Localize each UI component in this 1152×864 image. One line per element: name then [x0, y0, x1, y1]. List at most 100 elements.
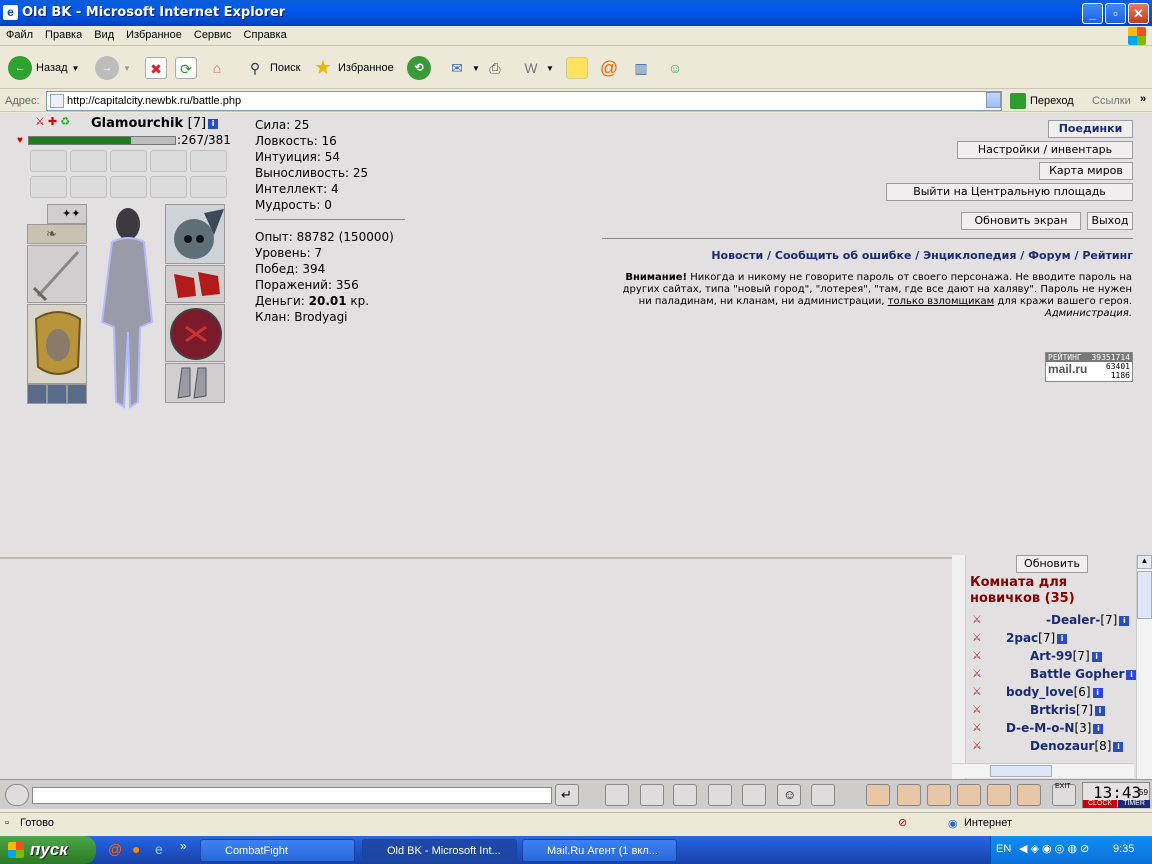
dropdown-arrow-icon[interactable]: ▼ [72, 64, 80, 73]
scroll-slot[interactable] [150, 176, 187, 198]
messenger-icon[interactable]: ☺ [664, 57, 686, 79]
stop-icon[interactable]: ✖ [145, 57, 167, 79]
scroll-icon[interactable] [897, 784, 921, 806]
info-icon[interactable]: i [1113, 742, 1124, 752]
menu-help[interactable]: Справка [238, 26, 293, 44]
forward-button[interactable]: → ▼ [95, 55, 131, 81]
send-icon[interactable]: ↵ [555, 784, 579, 806]
info-icon[interactable]: i [1091, 652, 1102, 662]
exit-icon[interactable]: EXIT [1052, 783, 1076, 806]
private-icon[interactable] [742, 784, 766, 806]
scroll-slot[interactable] [190, 150, 227, 172]
task-ie[interactable]: Old BK - Microsoft Int... [362, 839, 517, 862]
favorites-button[interactable]: ★ Избранное [312, 55, 394, 81]
tray-icons[interactable]: ◀ ◈ ◉ ◎ ◍ ⊘ [1019, 842, 1089, 855]
gloves-slot[interactable] [165, 265, 225, 303]
mailru-icon[interactable]: @ [598, 57, 620, 79]
smile-icon[interactable]: ☺ [777, 784, 801, 806]
chat-input[interactable] [32, 787, 552, 804]
online-scrollbar[interactable]: ▲ [1136, 555, 1152, 779]
note-icon[interactable] [566, 57, 588, 79]
warning-link[interactable]: только взломщикам [888, 296, 994, 307]
team-icon[interactable] [957, 784, 981, 806]
edit-icon[interactable]: W [520, 57, 542, 79]
helmet-slot[interactable] [165, 204, 225, 264]
sign-icon[interactable] [1017, 784, 1041, 806]
left-scrollbar[interactable] [952, 555, 966, 779]
info-icon[interactable]: i [208, 119, 219, 129]
online-user[interactable]: Denozaur[8] i [1030, 739, 1124, 753]
online-user[interactable]: -Dealer-[7] i [1046, 613, 1130, 627]
scroll-slot[interactable] [30, 150, 67, 172]
firefox-quick-icon[interactable]: ● [132, 841, 140, 857]
info-icon[interactable]: i [1126, 670, 1137, 680]
weapon-slot[interactable] [27, 245, 87, 303]
menu-tools[interactable]: Сервис [188, 26, 238, 44]
world-map-button[interactable]: Карта миров [1039, 162, 1133, 180]
close-button[interactable]: ✕ [1128, 3, 1149, 24]
flag-icon[interactable] [927, 784, 951, 806]
address-dropdown[interactable] [986, 92, 1001, 108]
link-news[interactable]: Новости [711, 249, 763, 262]
online-refresh-button[interactable]: Обновить [1016, 555, 1088, 573]
earrings-slot[interactable]: ✦✦ [47, 204, 87, 224]
online-user[interactable]: Brtkris[7] i [1030, 703, 1105, 717]
back-button[interactable]: ← Назад ▼ [8, 55, 79, 81]
print-icon[interactable]: ⎙ [484, 57, 506, 79]
popup-blocked-icon[interactable]: ⊘ [898, 816, 907, 829]
scroll-slot[interactable] [70, 176, 107, 198]
link-encyclopedia[interactable]: Энциклопедия [923, 249, 1016, 262]
boots-slot[interactable] [165, 363, 225, 403]
address-input[interactable]: http://capitalcity.newbk.ru/battle.php [46, 91, 1002, 111]
info-icon[interactable]: i [1093, 724, 1104, 734]
online-user[interactable]: Art-99[7] i [1030, 649, 1102, 663]
refresh-screen-button[interactable]: Обновить экран [961, 212, 1081, 230]
link-report-bug[interactable]: Сообщить об ошибке [775, 249, 912, 262]
home-icon[interactable]: ⌂ [206, 57, 228, 79]
chat-menu-icon[interactable] [5, 784, 29, 806]
tray-clock[interactable]: 9:35 [1113, 843, 1134, 855]
research-icon[interactable]: ▥ [630, 57, 652, 79]
links-label[interactable]: Ссылки [1092, 95, 1131, 107]
amulet-slot[interactable]: ❧ [27, 224, 87, 244]
ring-slot-1[interactable] [27, 384, 47, 404]
logout-button[interactable]: Выход [1087, 212, 1133, 230]
minimize-button[interactable]: _ [1082, 3, 1103, 24]
ie-quick-icon[interactable]: e [155, 841, 163, 857]
scroll-slot[interactable] [70, 150, 107, 172]
scroll-slot[interactable] [110, 150, 147, 172]
online-user[interactable]: Battle Gopher i [1030, 667, 1137, 681]
bag-icon[interactable] [866, 784, 890, 806]
character-name[interactable]: Glamourchik [91, 116, 183, 131]
mailru-quick-icon[interactable]: @ [108, 841, 122, 857]
armor-slot[interactable] [27, 304, 87, 384]
menu-view[interactable]: Вид [88, 26, 120, 44]
search-button[interactable]: ⚲ Поиск [244, 55, 301, 81]
refresh-icon[interactable]: ⟳ [175, 57, 197, 79]
settings-inventory-button[interactable]: Настройки / инвентарь [957, 141, 1133, 159]
clan-name[interactable]: Brodyagi [294, 310, 347, 324]
scroll-slot[interactable] [30, 176, 67, 198]
info-icon[interactable]: i [1057, 634, 1068, 644]
ring-slot-2[interactable] [47, 384, 67, 404]
online-user[interactable]: D-e-M-o-N[3] i [1006, 721, 1104, 735]
menu-edit[interactable]: Правка [39, 26, 88, 44]
start-button[interactable]: пуск [0, 836, 96, 864]
lock-icon[interactable] [987, 784, 1011, 806]
language-indicator[interactable]: EN [996, 843, 1011, 855]
menu-favorites[interactable]: Избранное [120, 26, 188, 44]
duels-button[interactable]: Поединки [1048, 120, 1133, 138]
shield-slot[interactable] [165, 304, 225, 362]
mailru-counter[interactable]: РЕЙТИНГ 39351714 mail.ru 63401 1186 [1045, 352, 1133, 382]
info-icon[interactable]: i [1094, 706, 1105, 716]
scroll-slot[interactable] [110, 176, 147, 198]
online-user[interactable]: body_love[6] i [1006, 685, 1103, 699]
info-icon[interactable]: i [1092, 688, 1103, 698]
filter-icon[interactable] [640, 784, 664, 806]
quicklaunch-more-icon[interactable]: » [180, 839, 187, 853]
info-icon[interactable]: i [1119, 616, 1130, 626]
clear-icon[interactable] [605, 784, 629, 806]
go-button[interactable]: Переход [1010, 93, 1074, 109]
link-rating[interactable]: Рейтинг [1082, 249, 1133, 262]
task-combatfight[interactable]: CombatFight [200, 839, 355, 862]
